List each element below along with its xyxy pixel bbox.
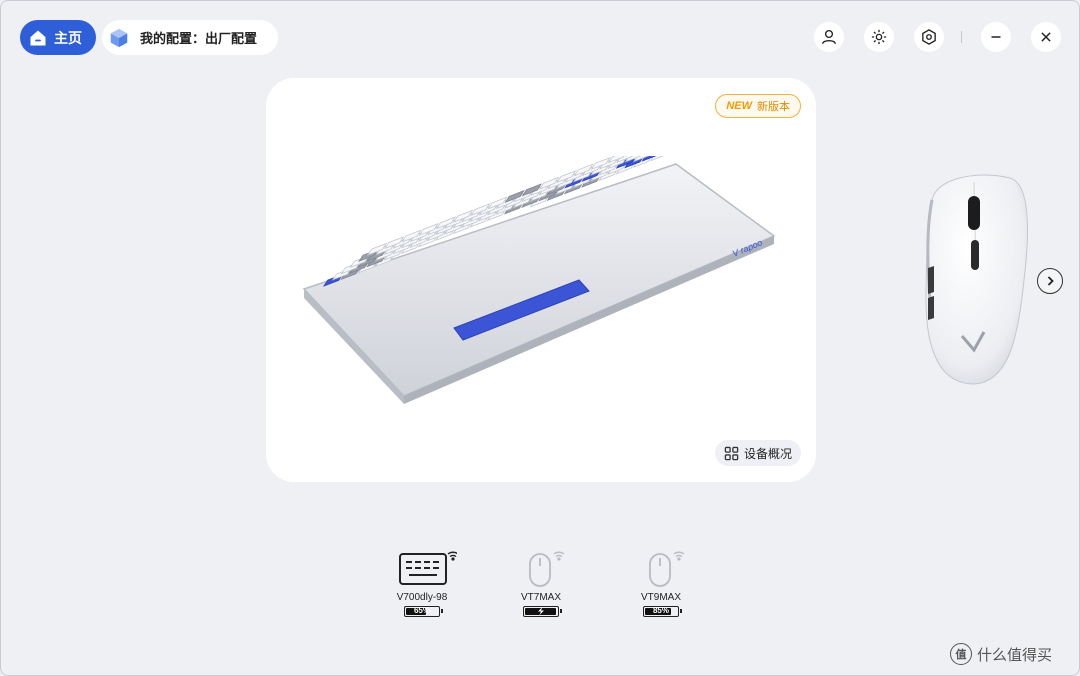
- home-button[interactable]: 主页: [20, 20, 96, 55]
- wireless-icon: [553, 551, 565, 561]
- home-label: 主页: [54, 29, 82, 46]
- toolbar-divider: [961, 31, 962, 43]
- wireless-icon: [673, 551, 685, 561]
- watermark-text: 什么值得买: [977, 646, 1053, 664]
- user-button[interactable]: [814, 22, 844, 52]
- new-version-label: 新版本: [757, 101, 790, 113]
- config-label: 我的配置：出厂配置: [140, 31, 258, 46]
- next-device-button[interactable]: [1037, 268, 1063, 294]
- keyboard-icon: [399, 551, 457, 585]
- new-tag: NEW: [726, 100, 752, 112]
- device-name: VT9MAX: [640, 592, 681, 603]
- brightness-icon: [871, 29, 887, 45]
- settings-button[interactable]: [914, 22, 944, 52]
- battery-indicator: 65%: [404, 606, 443, 617]
- minimize-icon: [991, 36, 1001, 38]
- mouse-preview-image[interactable]: [918, 170, 1036, 390]
- battery-indicator: [523, 606, 562, 617]
- close-button[interactable]: [1031, 22, 1061, 52]
- wireless-icon: [447, 551, 457, 561]
- minimize-button[interactable]: [981, 22, 1011, 52]
- device-overview-label: 设备概况: [743, 446, 792, 461]
- device-preview-card: NEW 新版本 V rapoo 设备概况: [266, 78, 816, 482]
- new-version-badge[interactable]: NEW 新版本: [715, 94, 801, 118]
- close-icon: [1041, 32, 1051, 42]
- device-item-keyboard[interactable]: V700dly-98 65%: [377, 548, 467, 624]
- device-item-vt9max[interactable]: VT9MAX 85%: [616, 548, 706, 624]
- battery-level-text: 85%: [652, 606, 669, 615]
- brightness-button[interactable]: [864, 22, 894, 52]
- device-name: V700dly-98: [396, 592, 448, 603]
- device-name: VT7MAX: [520, 592, 561, 603]
- mouse-icon: [529, 551, 565, 587]
- device-overview-button[interactable]: 设备概况: [714, 440, 801, 466]
- watermark-logo: 值: [950, 643, 972, 665]
- battery-level-text: 65%: [413, 606, 430, 615]
- config-selector[interactable]: 我的配置：出厂配置: [102, 20, 278, 55]
- home-icon: [30, 30, 46, 45]
- chevron-right-icon: [1047, 276, 1054, 286]
- settings-icon: [922, 29, 936, 45]
- device-item-vt7max[interactable]: VT7MAX: [496, 548, 586, 624]
- charging-icon: [538, 607, 544, 615]
- cube-icon: [110, 28, 128, 47]
- grid-icon: [724, 446, 739, 460]
- keyboard-image: V rapoo: [302, 156, 776, 404]
- watermark: 值 什么值得买: [950, 642, 1052, 666]
- battery-indicator: 85%: [643, 606, 682, 617]
- mouse-icon: [649, 551, 685, 587]
- user-icon: [821, 29, 837, 45]
